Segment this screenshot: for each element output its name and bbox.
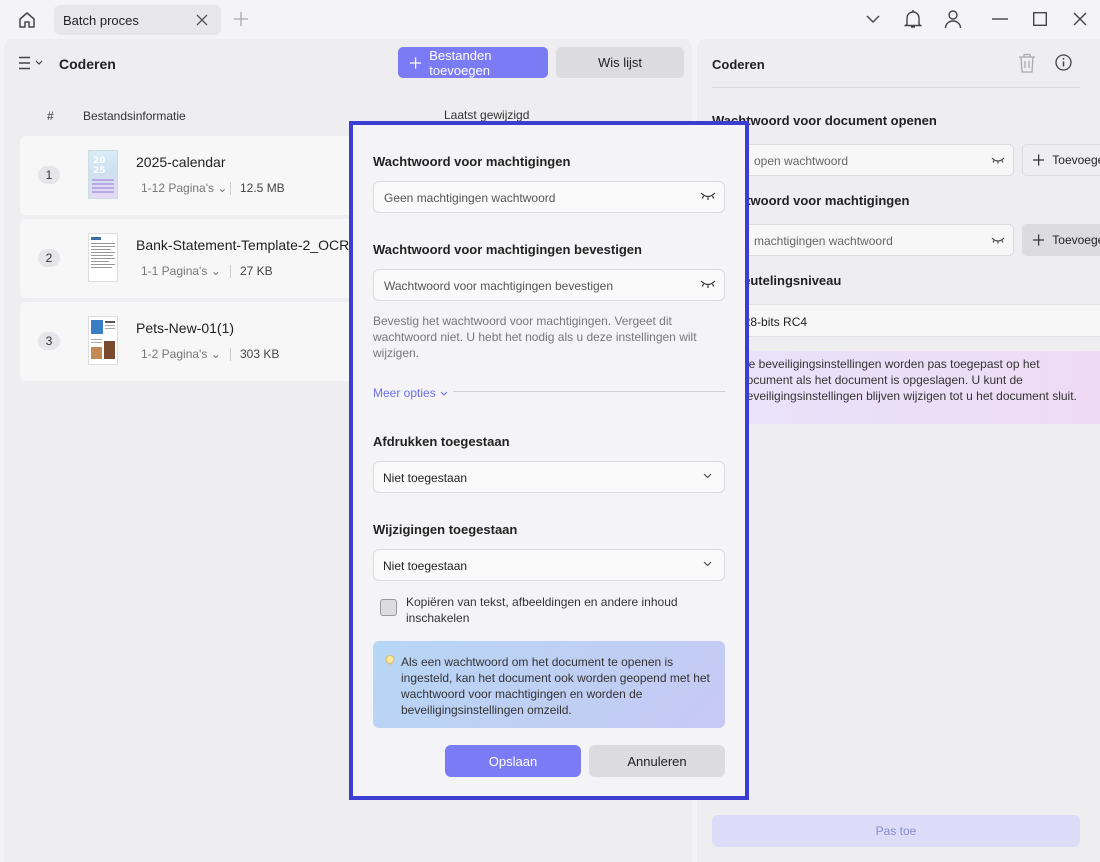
page-range-select[interactable]: 1-12 Pagina's ⌄ xyxy=(141,181,227,195)
changes-allowed-select[interactable]: Niet toegestaan xyxy=(373,549,725,581)
column-modified-header[interactable]: Laatst gewijzigd xyxy=(444,108,529,122)
encryption-level-select[interactable]: 128-bits RC4 xyxy=(697,304,1100,337)
page-range-select[interactable]: 1-2 Pagina's ⌄ xyxy=(141,347,221,361)
page-range-label: 1-1 Pagina's xyxy=(141,264,208,278)
column-info-header: Bestandsinformatie xyxy=(83,109,186,123)
file-size: 12.5 MB xyxy=(240,181,285,195)
panel-title: Coderen xyxy=(712,57,765,72)
file-name: Bank-Statement-Template-2_OCR xyxy=(136,237,350,253)
cancel-button[interactable]: Annuleren xyxy=(589,745,725,777)
chevron-down-icon xyxy=(440,391,448,396)
home-icon[interactable] xyxy=(16,9,38,31)
tab-batch-process[interactable]: Batch proces xyxy=(54,5,221,35)
file-thumbnail xyxy=(88,233,118,282)
panel-title: Coderen xyxy=(59,56,116,72)
add-permission-password-button[interactable]: Toevoegen xyxy=(1022,224,1100,256)
print-allowed-select[interactable]: Niet toegestaan xyxy=(373,461,725,493)
permission-password-placeholder: Geen machtigingen wachtwoord xyxy=(384,191,556,205)
file-size: 27 KB xyxy=(240,264,273,278)
help-text: Bevestig het wachtwoord voor machtiginge… xyxy=(373,314,697,360)
divider xyxy=(453,391,725,392)
tip-box: Als een wachtwoord om het document te op… xyxy=(373,641,725,728)
svg-text:20: 20 xyxy=(93,156,106,166)
chevron-down-icon: ⌄ xyxy=(210,264,221,278)
user-icon[interactable] xyxy=(943,8,963,30)
permission-password-input[interactable]: machtigingen wachtwoord xyxy=(712,224,1014,256)
column-number-header: # xyxy=(47,109,54,123)
confirm-password-input[interactable]: Wachtwoord voor machtigingen bevestigen xyxy=(373,269,725,301)
file-row[interactable]: 2 Bank-Statement-Template-2_OCR 1-1 Pagi… xyxy=(20,219,360,298)
title-bar: Batch proces xyxy=(0,0,1100,38)
trash-icon[interactable] xyxy=(1018,53,1038,73)
plus-icon xyxy=(1033,154,1045,166)
chevron-down-icon[interactable] xyxy=(864,10,882,28)
eye-closed-icon[interactable] xyxy=(700,190,716,204)
page-range-label: 1-12 Pagina's xyxy=(141,181,215,195)
row-number: 1 xyxy=(38,166,60,184)
confirm-password-placeholder: Wachtwoord voor machtigingen bevestigen xyxy=(384,279,614,293)
open-password-placeholder: open wachtwoord xyxy=(754,154,849,168)
copy-content-label: Kopiëren van tekst, afbeeldingen en ande… xyxy=(406,595,678,625)
chevron-down-icon xyxy=(703,561,712,567)
row-number: 2 xyxy=(38,249,60,267)
page-range-select[interactable]: 1-1 Pagina's ⌄ xyxy=(141,264,221,278)
apply-button[interactable]: Pas toe xyxy=(712,815,1080,847)
close-window-icon[interactable] xyxy=(1070,9,1090,29)
plus-icon xyxy=(410,56,422,69)
more-options-toggle[interactable]: Meer opties xyxy=(373,386,448,400)
save-button[interactable]: Opslaan xyxy=(445,745,581,777)
eye-closed-icon[interactable] xyxy=(991,153,1005,167)
row-number: 3 xyxy=(38,332,60,350)
copy-content-checkbox[interactable] xyxy=(380,599,397,616)
add-label: Toevoegen xyxy=(1052,233,1100,247)
minimize-icon[interactable] xyxy=(990,10,1010,28)
security-notice: De beveiligingsinstellingen worden pas t… xyxy=(712,351,1100,424)
eye-closed-icon[interactable] xyxy=(991,233,1005,247)
divider xyxy=(712,87,1080,88)
add-open-password-button[interactable]: Toevoegen xyxy=(1022,144,1100,176)
changes-allowed-label: Wijzigingen toegestaan xyxy=(373,522,518,537)
encryption-settings-panel: Coderen Wachtwoord voor document openen … xyxy=(697,39,1100,862)
more-options-label: Meer opties xyxy=(373,386,436,400)
svg-text:25: 25 xyxy=(93,166,106,176)
plus-icon xyxy=(1033,234,1045,246)
permission-password-dialog: Wachtwoord voor machtigingen Geen machti… xyxy=(349,121,749,800)
print-allowed-value: Niet toegestaan xyxy=(383,471,468,485)
tip-text: Als een wachtwoord om het document te op… xyxy=(401,655,710,717)
file-name: 2025-calendar xyxy=(136,154,226,170)
info-icon[interactable] xyxy=(1055,54,1073,72)
open-password-input[interactable]: open wachtwoord xyxy=(712,144,1014,176)
add-files-button[interactable]: Bestanden toevoegen xyxy=(398,47,548,78)
file-thumbnail xyxy=(88,316,118,365)
chevron-down-icon xyxy=(703,473,712,479)
tab-label: Batch proces xyxy=(63,13,139,28)
bell-icon[interactable] xyxy=(903,8,923,30)
file-name: Pets-New-01(1) xyxy=(136,320,235,336)
permission-password-placeholder: machtigingen wachtwoord xyxy=(754,234,893,248)
eye-closed-icon[interactable] xyxy=(700,278,716,292)
confirm-password-label: Wachtwoord voor machtigingen bevestigen xyxy=(373,242,642,257)
menu-icon[interactable] xyxy=(19,56,45,72)
lightbulb-icon xyxy=(385,655,395,672)
divider xyxy=(230,348,231,361)
file-size: 303 KB xyxy=(240,347,280,361)
add-files-label: Bestanden toevoegen xyxy=(429,47,492,78)
print-allowed-label: Afdrukken toegestaan xyxy=(373,434,510,449)
file-row[interactable]: 1 20 25 2025-calendar 1-12 Pagina's ⌄ 12.… xyxy=(20,136,360,215)
divider xyxy=(230,265,231,278)
chevron-down-icon: ⌄ xyxy=(217,181,228,195)
page-range-label: 1-2 Pagina's xyxy=(141,347,208,361)
file-thumbnail: 20 25 xyxy=(88,150,118,199)
permission-password-label: Wachtwoord voor machtigingen xyxy=(373,154,571,169)
new-tab-icon[interactable] xyxy=(232,10,250,28)
changes-allowed-value: Niet toegestaan xyxy=(383,559,468,573)
clear-list-button[interactable]: Wis lijst xyxy=(556,47,684,78)
chevron-down-icon: ⌄ xyxy=(210,347,221,361)
add-label: Toevoegen xyxy=(1052,153,1100,167)
permission-password-input[interactable]: Geen machtigingen wachtwoord xyxy=(373,181,725,213)
close-tab-icon[interactable] xyxy=(192,10,212,30)
file-row[interactable]: 3 Pets-New-01(1) 1-2 Pagina's ⌄ 303 KB xyxy=(20,302,360,381)
divider xyxy=(230,182,231,195)
maximize-icon[interactable] xyxy=(1030,9,1050,29)
